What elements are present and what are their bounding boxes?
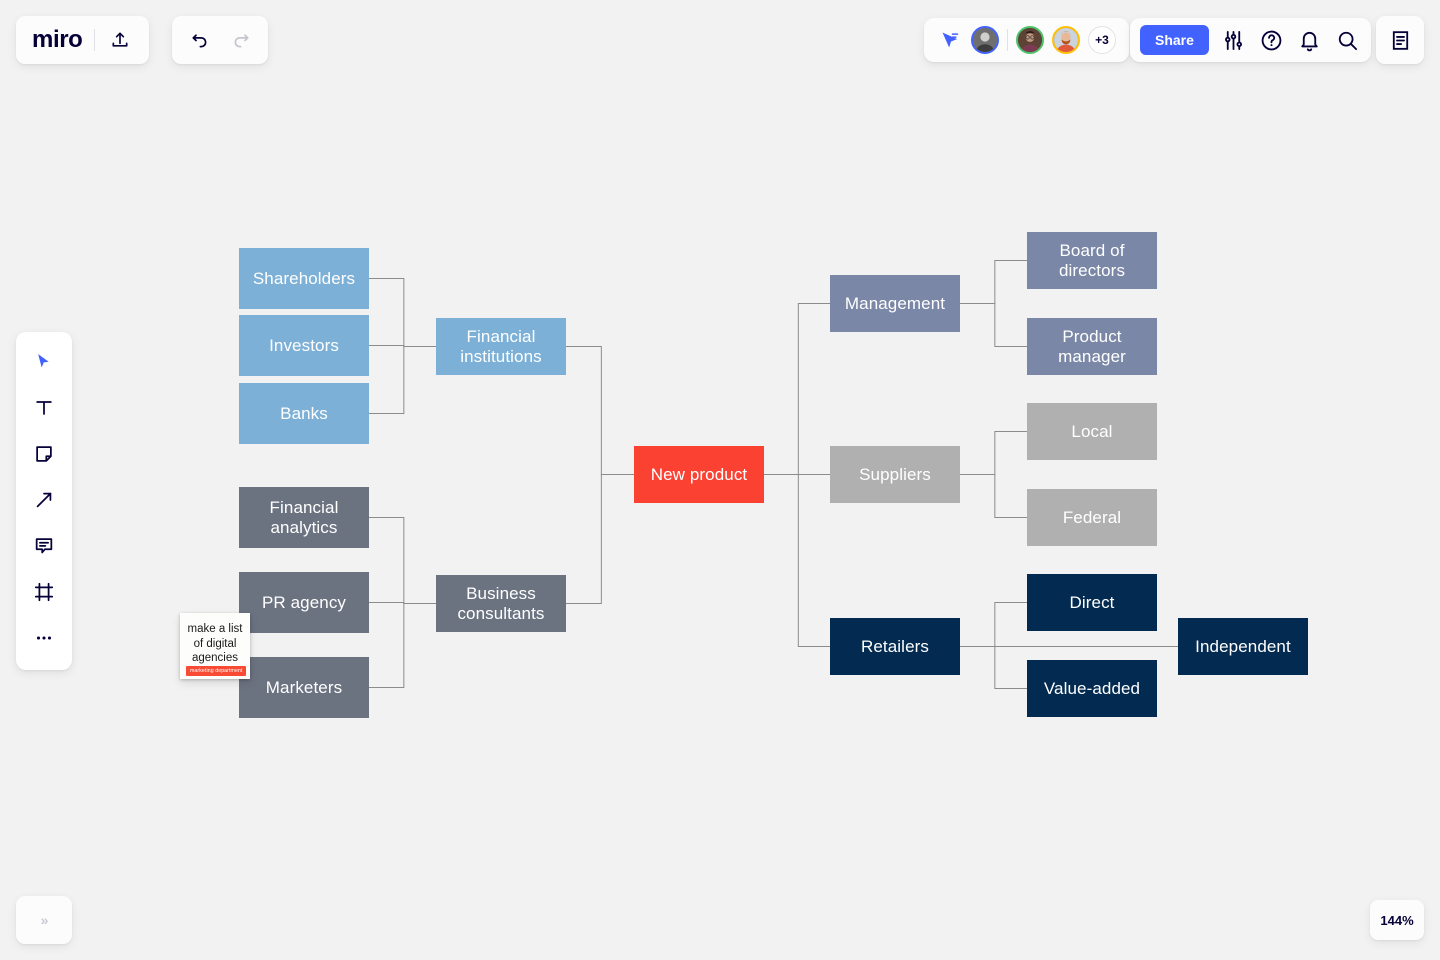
cursor-share-icon[interactable] — [937, 27, 963, 53]
node-label: Independent — [1195, 636, 1291, 656]
divider — [94, 29, 96, 51]
node-value-added[interactable]: Value-added — [1027, 660, 1157, 717]
chevron-right-double-icon: » — [40, 912, 49, 928]
expand-panel-button[interactable]: » — [16, 896, 72, 944]
redo-icon[interactable] — [228, 27, 254, 53]
node-label: Suppliers — [859, 464, 931, 484]
node-pr-agency[interactable]: PR agency — [239, 572, 369, 633]
share-button[interactable]: Share — [1140, 25, 1209, 55]
more-tools-icon[interactable] — [28, 622, 60, 654]
logo-panel: miro — [16, 16, 150, 64]
avatar-face — [1054, 28, 1078, 52]
arrow-tool[interactable] — [28, 484, 60, 516]
connector-management-to-board-of-directors[interactable] — [960, 260, 1027, 304]
zoom-level-value: 144% — [1380, 912, 1414, 928]
node-retailers[interactable]: Retailers — [830, 618, 960, 675]
text-tool[interactable] — [28, 392, 60, 424]
frame-tool[interactable] — [28, 576, 60, 608]
avatar-face — [973, 28, 997, 52]
connector-management-to-product-manager[interactable] — [960, 303, 1027, 347]
node-financial-analytics[interactable]: Financial analytics — [239, 487, 369, 548]
node-investors[interactable]: Investors — [239, 315, 369, 376]
connector-marketers-to-business-consultants[interactable] — [369, 603, 436, 688]
connector-new-product-to-retailers[interactable] — [764, 474, 830, 647]
node-new-product[interactable]: New product — [634, 446, 764, 503]
connector-business-consultants-to-new-product[interactable] — [566, 474, 634, 604]
node-label: Financial institutions — [460, 327, 542, 366]
avatar-3[interactable] — [1052, 26, 1080, 54]
select-tool[interactable] — [28, 346, 60, 378]
connector-suppliers-to-federal[interactable] — [960, 474, 1027, 518]
avatar-2[interactable] — [1016, 26, 1044, 54]
search-icon[interactable] — [1335, 27, 1361, 53]
node-label: Local — [1071, 421, 1113, 441]
node-label: PR agency — [261, 592, 347, 612]
node-label: Management — [844, 293, 946, 313]
node-label: Financial analytics — [269, 498, 339, 537]
node-product-manager[interactable]: Product manager — [1027, 318, 1157, 375]
node-label: Federal — [1062, 507, 1122, 527]
node-marketers[interactable]: Marketers — [239, 657, 369, 718]
history-panel — [172, 16, 268, 64]
node-independent[interactable]: Independent — [1178, 618, 1308, 675]
connector-new-product-to-management[interactable] — [764, 303, 830, 475]
node-business-consultants[interactable]: Business consultants — [436, 575, 566, 632]
connector-retailers-to-direct[interactable] — [960, 602, 1027, 647]
divider — [1007, 29, 1008, 51]
board-canvas[interactable]: Shareholders Investors Banks Financial inst… — [0, 0, 1440, 960]
node-local[interactable]: Local — [1027, 403, 1157, 460]
connector-financial-institutions-to-new-product[interactable] — [566, 346, 634, 475]
tool-rail — [16, 332, 72, 670]
node-label: Marketers — [265, 677, 343, 697]
undo-icon[interactable] — [186, 27, 212, 53]
document-panel-button[interactable] — [1376, 16, 1424, 64]
node-banks[interactable]: Banks — [239, 383, 369, 444]
node-label: Shareholders — [252, 268, 356, 288]
node-direct[interactable]: Direct — [1027, 574, 1157, 631]
miro-logo[interactable]: miro — [32, 28, 83, 52]
comment-tool[interactable] — [28, 530, 60, 562]
node-label: Retailers — [861, 636, 929, 656]
node-label: New product — [650, 464, 748, 484]
node-label: Investors — [269, 335, 339, 355]
node-label: Board of directors — [1058, 241, 1126, 280]
node-shareholders[interactable]: Shareholders — [239, 248, 369, 309]
sticky-note-tag: marketing department — [186, 666, 247, 677]
node-label: Product manager — [1058, 327, 1126, 366]
sliders-icon[interactable] — [1221, 27, 1247, 53]
bell-icon[interactable] — [1297, 27, 1323, 53]
actions-panel: Share — [1130, 18, 1371, 62]
upload-icon[interactable] — [107, 27, 133, 53]
collaborators-panel: +3 — [924, 18, 1129, 62]
sticky-note-tool[interactable] — [28, 438, 60, 470]
node-label: Direct — [1069, 592, 1115, 612]
avatar-1[interactable] — [971, 26, 999, 54]
avatar-face — [1018, 28, 1042, 52]
connector-retailers-to-value-added[interactable] — [960, 646, 1027, 689]
node-management[interactable]: Management — [830, 275, 960, 332]
node-financial-institutions[interactable]: Financial institutions — [436, 318, 566, 375]
collaborator-overflow-count[interactable]: +3 — [1088, 26, 1116, 54]
node-board-of-directors[interactable]: Board of directors — [1027, 232, 1157, 289]
connector-shareholders-to-financial-institutions[interactable] — [369, 278, 436, 347]
connector-financial-analytics-to-business-consultants[interactable] — [369, 517, 436, 604]
node-label: Value-added — [1043, 678, 1141, 698]
node-label: Business consultants — [457, 584, 545, 623]
node-federal[interactable]: Federal — [1027, 489, 1157, 546]
connector-banks-to-financial-institutions[interactable] — [369, 346, 436, 414]
sticky-note[interactable]: make a list of digital agencies marketin… — [180, 613, 250, 679]
sticky-note-text: make a list of digital agencies — [187, 623, 243, 665]
zoom-level-badge[interactable]: 144% — [1370, 900, 1424, 940]
node-label: Banks — [280, 403, 328, 423]
document-panel-icon[interactable] — [1387, 27, 1413, 53]
connector-suppliers-to-local[interactable] — [960, 431, 1027, 475]
miro-board-app: Shareholders Investors Banks Financial inst… — [0, 0, 1440, 960]
node-suppliers[interactable]: Suppliers — [830, 446, 960, 503]
help-circle-icon[interactable] — [1259, 27, 1285, 53]
